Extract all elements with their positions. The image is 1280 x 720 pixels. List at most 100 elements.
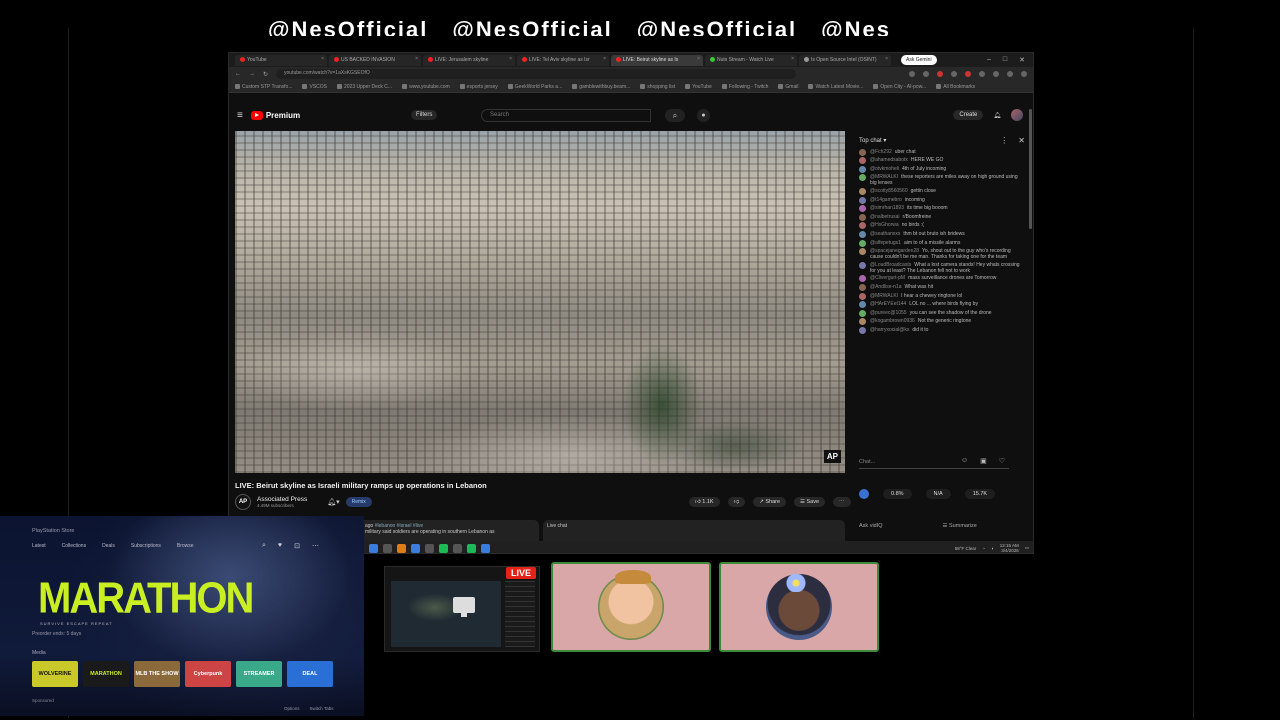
chat-username[interactable]: @kogambrown0936 xyxy=(870,318,915,324)
chat-avatar[interactable] xyxy=(859,326,866,334)
taskbar-app-icon[interactable] xyxy=(425,543,434,553)
browser-tab[interactable]: Is Open Source Intel (OSINT) × xyxy=(799,54,891,66)
chat-username[interactable]: @harryxocial@ks xyxy=(870,327,909,333)
chat-username[interactable]: @simrhan1893 xyxy=(870,205,904,211)
taskbar-app-icon[interactable] xyxy=(383,543,392,553)
chat-username[interactable]: @nalbetrusai xyxy=(870,214,900,220)
bookmark-item[interactable]: shopping list xyxy=(640,84,675,90)
game-tile[interactable]: MARATHON xyxy=(83,661,129,687)
chat-avatar[interactable] xyxy=(859,248,866,256)
summarize-button[interactable]: ☰ Summarize xyxy=(943,523,977,529)
chat-username[interactable]: @seathanxxx xyxy=(870,231,900,237)
bookmark-item[interactable]: gamblewithbuy.beam... xyxy=(572,84,630,90)
chat-username[interactable]: @HsGhorwa xyxy=(870,222,899,228)
chat-mode-select[interactable]: Top chat ▾ xyxy=(859,137,886,144)
browser-tab[interactable]: LIVE: Jerusalem skyline × xyxy=(423,54,515,66)
chat-scrollbar[interactable] xyxy=(1029,109,1032,229)
url-field[interactable]: youtube.com/watch?v=1aXsKGSEOfO xyxy=(276,69,797,79)
more-icon[interactable]: ⋯ xyxy=(312,542,319,550)
close-icon[interactable]: × xyxy=(603,56,606,62)
bookmark-item[interactable]: All Bookmarks xyxy=(936,84,975,90)
video-player[interactable]: AP xyxy=(235,131,845,473)
taskbar-app-icon[interactable] xyxy=(467,543,476,553)
close-icon[interactable]: × xyxy=(509,56,512,62)
bookmark-item[interactable]: Open City - AI-pow... xyxy=(873,84,926,90)
search-input[interactable]: Search xyxy=(481,108,651,122)
bookmark-item[interactable]: YouTube xyxy=(685,84,712,90)
save-button[interactable]: ☰ Save xyxy=(794,497,826,507)
extension-icon[interactable] xyxy=(965,71,971,77)
remix-button[interactable]: Remix xyxy=(345,497,372,507)
chat-avatar[interactable] xyxy=(859,275,866,283)
channel-name[interactable]: Associated Press xyxy=(257,496,307,503)
minimize-icon[interactable]: – xyxy=(987,56,991,64)
close-icon[interactable]: × xyxy=(791,56,794,62)
avatar[interactable] xyxy=(1011,109,1023,121)
like-button[interactable]: 👍︎ 1.1K xyxy=(689,497,720,507)
extension-icon[interactable] xyxy=(993,71,999,77)
wifi-icon[interactable]: ◔ xyxy=(982,546,985,551)
share-button[interactable]: ↗ Share xyxy=(753,497,787,507)
chat-avatar[interactable] xyxy=(859,148,866,156)
notification-bell-icon[interactable]: 🔔︎▾ xyxy=(327,498,339,506)
youtube-logo[interactable]: Premium xyxy=(250,110,300,120)
close-window-icon[interactable]: ✕ xyxy=(1019,56,1025,64)
chat-avatar[interactable] xyxy=(859,157,866,165)
close-icon[interactable]: ✕ xyxy=(1018,136,1025,145)
start-icon[interactable] xyxy=(369,543,378,553)
chat-username[interactable]: @alfepetugs1 xyxy=(870,240,901,246)
chat-username[interactable]: @HArEYEet144 xyxy=(870,301,906,307)
clock-date[interactable]: 3/4/2026 xyxy=(1000,548,1019,553)
spotify-icon[interactable] xyxy=(439,543,448,553)
more-icon[interactable]: ⋮ xyxy=(1000,136,1008,145)
bookmark-item[interactable]: esports jersey xyxy=(460,84,498,90)
taskbar-app-icon[interactable] xyxy=(453,543,462,553)
chat-avatar[interactable] xyxy=(859,165,866,173)
weather-status[interactable]: 58°F Clear xyxy=(955,546,977,551)
chat-avatar[interactable] xyxy=(859,261,866,269)
ask-vidiq-input[interactable]: Ask vidIQ xyxy=(859,523,883,529)
create-button[interactable]: Create xyxy=(953,110,984,120)
notification-icon[interactable]: ▭ xyxy=(1025,545,1029,551)
chat-username[interactable]: @MRWALKI xyxy=(870,293,898,299)
chat-avatar[interactable] xyxy=(859,292,866,300)
bookmark-item[interactable]: Gmail xyxy=(778,84,798,90)
filters-button[interactable]: Filters xyxy=(411,110,438,120)
chat-avatar[interactable] xyxy=(859,318,866,326)
search-icon[interactable]: ⌕ xyxy=(665,108,685,122)
chat-avatar[interactable] xyxy=(859,230,866,238)
bookmark-item[interactable]: 2023 Upper Deck C... xyxy=(337,84,392,90)
chat-avatar[interactable] xyxy=(859,213,866,221)
hamburger-menu-icon[interactable]: ≡ xyxy=(237,110,243,121)
game-tile[interactable]: MLB THE SHOW xyxy=(134,661,180,687)
close-icon[interactable]: × xyxy=(697,56,700,62)
chat-username[interactable]: @ahamedsabotx xyxy=(870,157,908,163)
maximize-icon[interactable]: □ xyxy=(1003,56,1007,64)
extension-icon[interactable] xyxy=(951,71,957,77)
bookmark-item[interactable]: GeekWorld Parks a... xyxy=(508,84,562,90)
browser-tab[interactable]: YouTube × xyxy=(235,54,327,66)
extension-icon[interactable] xyxy=(909,71,915,77)
channel-avatar[interactable]: AP xyxy=(235,494,251,510)
menu-icon[interactable] xyxy=(1021,71,1027,77)
chat-username[interactable]: @Fch292 xyxy=(870,149,892,155)
bookmark-item[interactable]: VSCOS xyxy=(302,84,327,90)
chat-avatar[interactable] xyxy=(859,196,866,204)
bookmark-item[interactable]: www.youtube.com xyxy=(402,84,450,90)
bookmark-star-icon[interactable] xyxy=(923,71,929,77)
browser-tab[interactable]: US BACKED INVASION × xyxy=(329,54,421,66)
dislike-button[interactable]: 👎︎ xyxy=(727,497,746,507)
ps-nav-item[interactable]: Browse xyxy=(177,543,194,549)
forward-icon[interactable]: → xyxy=(249,71,255,77)
game-tile[interactable]: STREAMER xyxy=(236,661,282,687)
bookmark-item[interactable]: Watch Latest Movie... xyxy=(808,84,863,90)
taskbar-app-icon[interactable] xyxy=(397,543,406,553)
chat-username[interactable]: @pureec@1055 xyxy=(870,310,907,316)
chat-username[interactable]: @otvkmoheli xyxy=(870,166,899,172)
game-tile[interactable]: Cyberpunk xyxy=(185,661,231,687)
reload-icon[interactable]: ↻ xyxy=(263,71,268,78)
bookmark-item[interactable]: Following - Twitch xyxy=(722,84,769,90)
chat-avatar[interactable] xyxy=(859,205,866,213)
wishlist-icon[interactable]: ♥ xyxy=(278,542,282,550)
back-icon[interactable]: ← xyxy=(235,71,241,77)
